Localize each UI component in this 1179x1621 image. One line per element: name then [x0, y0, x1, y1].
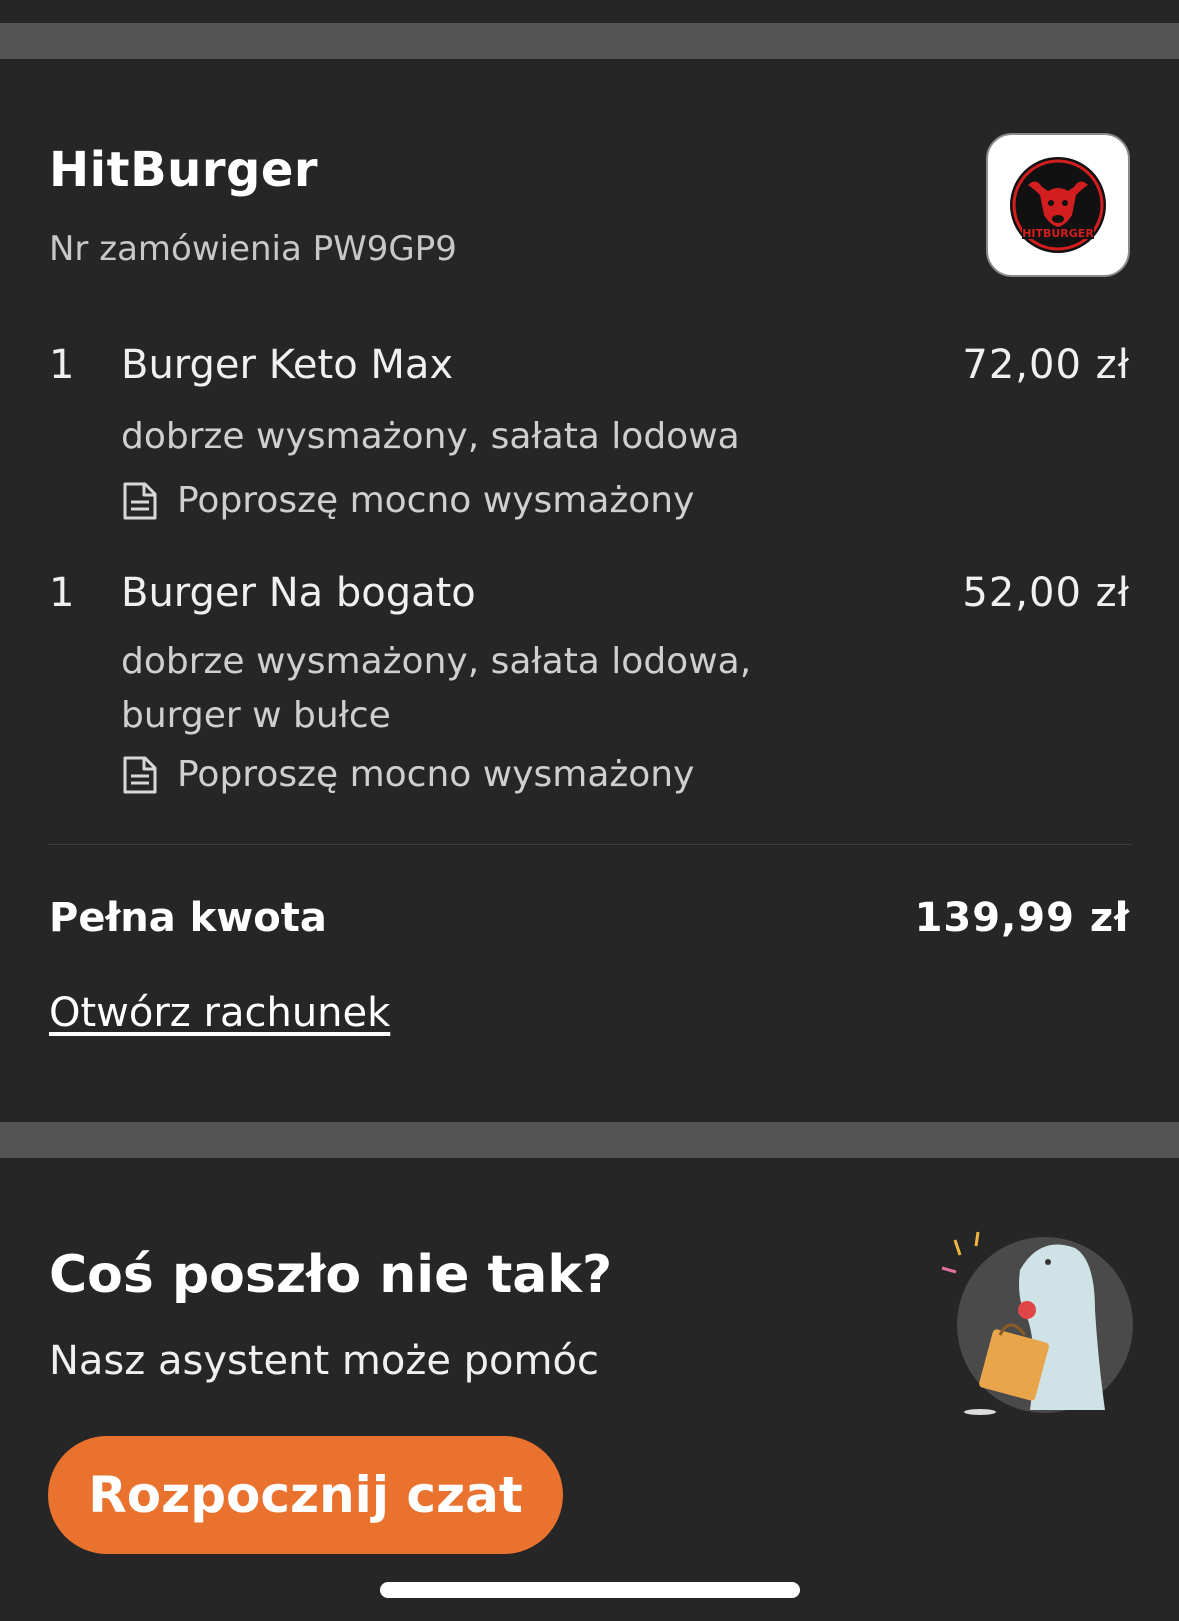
item-note: Poproszę mocno wysmażony	[121, 480, 694, 521]
section-divider	[0, 1122, 1179, 1158]
item-price: 52,00 zł	[962, 570, 1130, 616]
order-number: Nr zamówienia PW9GP9	[49, 229, 457, 269]
help-title: Coś poszło nie tak?	[49, 1245, 613, 1305]
divider-line	[48, 844, 1131, 845]
top-strip	[0, 0, 1179, 23]
assistant-illustration	[941, 1231, 1133, 1415]
item-options: dobrze wysmażony, sałata lodowa	[121, 416, 740, 457]
item-quantity: 1	[49, 342, 75, 388]
item-quantity: 1	[49, 570, 75, 616]
help-subtitle: Nasz asystent może pomóc	[49, 1338, 599, 1384]
note-icon	[123, 756, 157, 793]
note-icon	[123, 482, 157, 519]
item-price: 72,00 zł	[962, 342, 1130, 388]
open-receipt-link[interactable]: Otwórz rachunek	[49, 990, 390, 1036]
item-name: Burger Na bogato	[121, 570, 476, 616]
start-chat-button[interactable]: Rozpocznij czat	[48, 1436, 563, 1554]
item-note-text: Poproszę mocno wysmażony	[177, 754, 695, 795]
logo-text: HITBURGER	[1022, 227, 1094, 240]
total-value: 139,99 zł	[914, 895, 1130, 941]
restaurant-logo: HITBURGER	[986, 133, 1130, 277]
item-options: dobrze wysmażony, sałata lodowa, burger …	[121, 641, 752, 736]
section-divider	[0, 23, 1179, 59]
item-name: Burger Keto Max	[121, 342, 454, 388]
bull-logo-icon: HITBURGER	[1010, 157, 1106, 253]
item-note: Poproszę mocno wysmażony	[121, 754, 694, 795]
restaurant-name: HitBurger	[49, 142, 319, 198]
item-note-text: Poproszę mocno wysmażony	[177, 480, 695, 521]
total-label: Pełna kwota	[49, 895, 327, 941]
home-indicator[interactable]	[380, 1582, 800, 1598]
